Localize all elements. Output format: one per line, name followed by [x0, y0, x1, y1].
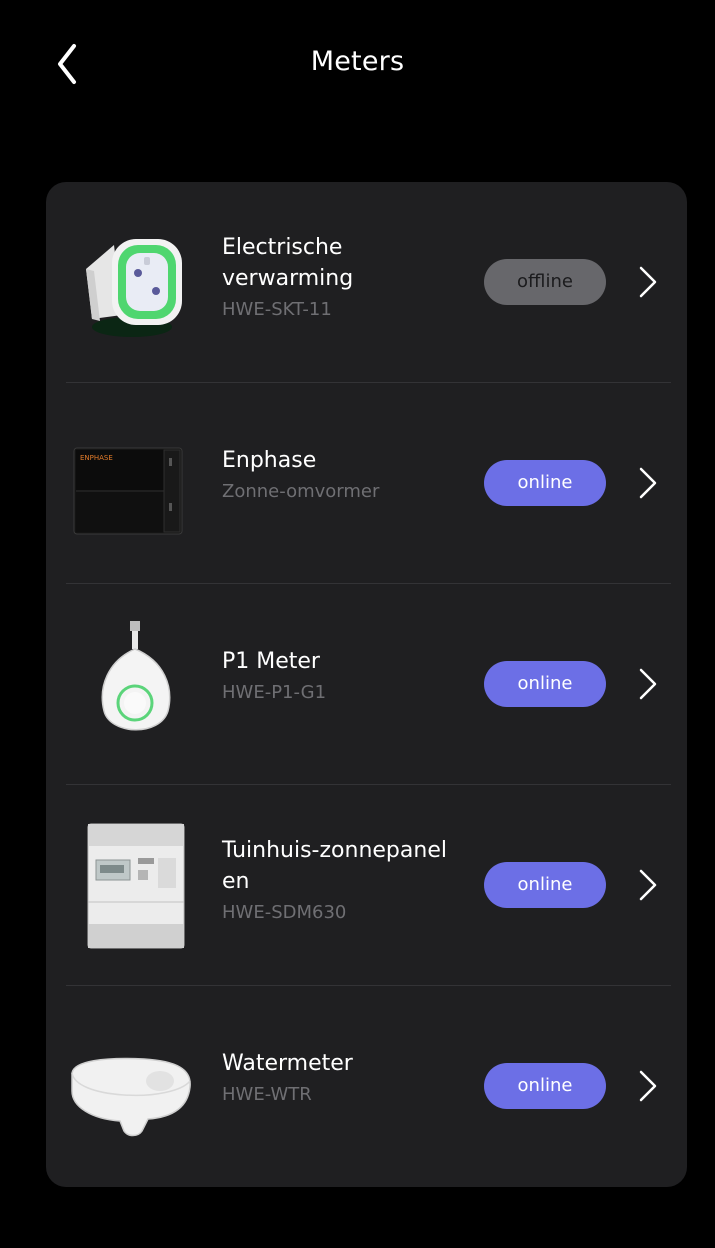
- meter-model: HWE-SDM630: [222, 902, 347, 923]
- status-badge: online: [484, 862, 606, 908]
- meters-list: Electrische verwarming HWE-SKT-11 offlin…: [46, 182, 687, 1187]
- chevron-right-icon: [639, 668, 657, 700]
- smart-plug-image: [86, 239, 182, 337]
- meter-row-watermeter[interactable]: Watermeter HWE-WTR online: [46, 986, 687, 1187]
- water-meter-image: [71, 1057, 191, 1137]
- meter-model: HWE-P1-G1: [222, 682, 327, 703]
- kwh-meter-image: [87, 823, 185, 949]
- chevron-right-icon: [639, 467, 657, 499]
- chevron-right-icon: [639, 869, 657, 901]
- meter-row-electrische-verwarming[interactable]: Electrische verwarming HWE-SKT-11 offlin…: [46, 182, 687, 383]
- chevron-right-icon: [639, 266, 657, 298]
- meter-info: P1 Meter HWE-P1-G1: [222, 646, 472, 707]
- status-badge: online: [484, 1063, 606, 1109]
- meter-name: Electrische verwarming: [222, 232, 472, 294]
- meter-model: Zonne-omvormer: [222, 481, 380, 502]
- header: Meters: [0, 0, 715, 130]
- meter-model: HWE-SKT-11: [222, 299, 332, 320]
- meters-screen: Meters Electrische verwarming HWE-SKT-11…: [0, 0, 715, 1248]
- page-title: Meters: [310, 46, 405, 77]
- meter-name-line2: verwarming: [222, 266, 354, 291]
- meter-model: HWE-WTR: [222, 1084, 312, 1105]
- enphase-inverter-image: ENPHASE: [73, 447, 183, 535]
- meter-name-line2: en: [222, 869, 250, 894]
- meter-row-tuinhuis-zonnepanelen[interactable]: Tuinhuis-zonnepanel en HWE-SDM630 online: [46, 785, 687, 986]
- meter-name-line1: Tuinhuis-zonnepanel: [222, 838, 447, 863]
- meter-info: Watermeter HWE-WTR: [222, 1048, 472, 1109]
- meter-name: P1 Meter: [222, 649, 320, 674]
- meter-info: Electrische verwarming HWE-SKT-11: [222, 232, 472, 324]
- meter-row-p1-meter[interactable]: P1 Meter HWE-P1-G1 online: [46, 584, 687, 785]
- meter-name: Watermeter: [222, 1051, 353, 1076]
- meter-name: Enphase: [222, 448, 317, 473]
- status-badge: online: [484, 460, 606, 506]
- p1-meter-image: [101, 621, 171, 731]
- enphase-logo-text: ENPHASE: [80, 454, 113, 462]
- chevron-right-icon: [639, 1070, 657, 1102]
- meter-name: Tuinhuis-zonnepanel en: [222, 835, 472, 897]
- meter-row-enphase[interactable]: ENPHASE Enphase Zonne-omvormer online: [46, 383, 687, 584]
- status-badge: online: [484, 661, 606, 707]
- meter-name-line1: Electrische: [222, 235, 343, 260]
- status-badge: offline: [484, 259, 606, 305]
- meter-info: Tuinhuis-zonnepanel en HWE-SDM630: [222, 835, 472, 927]
- meter-info: Enphase Zonne-omvormer: [222, 445, 472, 506]
